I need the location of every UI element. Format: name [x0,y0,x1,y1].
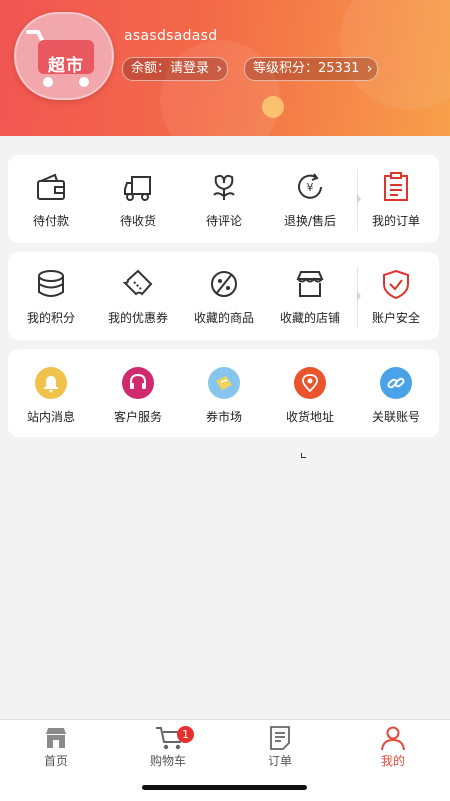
order-status-card: 待付款 待收货 待评论 ¥ 退换/售后 我的订单 [8,155,439,243]
cart-badge: 1 [177,726,194,743]
my-coupons-button[interactable]: 我的优惠券 [95,252,181,340]
tab-label: 我的 [380,754,405,768]
order-list-icon [384,172,408,201]
item-label: 账户安全 [371,311,420,325]
tab-label: 首页 [43,754,68,768]
item-label: 待评论 [205,214,242,228]
chevron-right-icon: › [366,61,373,77]
account-security-button[interactable]: 账户安全 [353,252,439,340]
delivery-truck-icon [124,176,151,201]
item-label: 待付款 [32,214,69,228]
coupon-market-button[interactable]: 券市场 [181,349,267,437]
refund-icon: ¥ [298,173,322,199]
decor-bubble [340,0,450,110]
balance-label: 余额：请登录 [131,61,210,76]
home-indicator [142,785,307,790]
tab-cart[interactable]: 1 购物车 [112,720,224,780]
item-label: 待收货 [119,214,156,228]
favorite-goods-button[interactable]: 收藏的商品 [181,252,267,340]
item-label: 券市场 [205,410,242,424]
linked-accounts-button[interactable]: 关联账号 [353,349,439,437]
points-stack-icon [38,270,64,297]
item-label: 收藏的店铺 [279,311,340,325]
customer-service-button[interactable]: 客户服务 [95,349,181,437]
site-messages-button[interactable]: 站内消息 [8,349,94,437]
tab-label: 购物车 [149,754,186,768]
profile-icon [381,726,405,751]
headset-icon [122,367,154,399]
item-label: 客户服务 [113,410,162,424]
favorite-stores-button[interactable]: 收藏的店铺 [267,252,353,340]
tab-label: 订单 [267,754,292,768]
coupon-market-icon [208,367,240,399]
svg-text:¥: ¥ [307,181,314,194]
flower-icon [213,174,235,200]
points-label: 等级积分：25331 [253,61,360,76]
assets-card: 我的积分 我的优惠券 收藏的商品 收藏的店铺 账户安全 [8,252,439,340]
avatar-logo-text: 超市 [48,56,84,76]
item-label: 收藏的商品 [193,311,254,325]
item-label: 收货地址 [285,410,334,424]
shipping-address-button[interactable]: 收货地址 [267,349,353,437]
wallet-icon [37,173,65,200]
pending-payment-button[interactable]: 待付款 [8,155,94,243]
pending-review-button[interactable]: 待评论 [181,155,267,243]
item-label: 关联账号 [371,410,420,424]
refund-aftersale-button[interactable]: ¥ 退换/售后 [267,155,353,243]
pending-receipt-button[interactable]: 待收货 [95,155,181,243]
stray-mark [301,453,306,458]
favorite-goods-icon [211,271,237,297]
decor-bubble [160,40,280,136]
points-pill[interactable]: 等级积分：25331 › [244,57,379,81]
item-label: 退换/售后 [283,214,337,228]
security-shield-icon [383,269,409,300]
item-label: 我的积分 [26,311,75,325]
avatar[interactable]: 超市 [14,12,114,100]
item-label: 我的优惠券 [107,311,168,325]
home-store-icon [46,728,66,748]
tab-profile[interactable]: 我的 [337,720,449,780]
bell-icon [35,367,67,399]
link-icon [380,367,412,399]
tab-home[interactable]: 首页 [0,720,112,780]
balance-pill[interactable]: 余额：请登录 › [122,57,229,81]
decor-dot [262,96,284,118]
item-label: 我的订单 [371,214,420,228]
order-icon [270,726,290,750]
chevron-right-icon: › [216,61,223,77]
coupon-ticket-icon [122,269,153,296]
location-icon [294,367,326,399]
tab-orders[interactable]: 订单 [224,720,336,780]
username: asasdsadasd [124,28,218,44]
profile-header: 超市 asasdsadasd 余额：请登录 › 等级积分：25331 › [0,0,450,136]
item-label: 站内消息 [26,410,75,424]
services-card: 站内消息 客户服务 券市场 收货地址 关联账号 [8,349,439,437]
favorite-store-icon [296,271,324,297]
my-orders-button[interactable]: 我的订单 [353,155,439,243]
my-points-button[interactable]: 我的积分 [8,252,94,340]
